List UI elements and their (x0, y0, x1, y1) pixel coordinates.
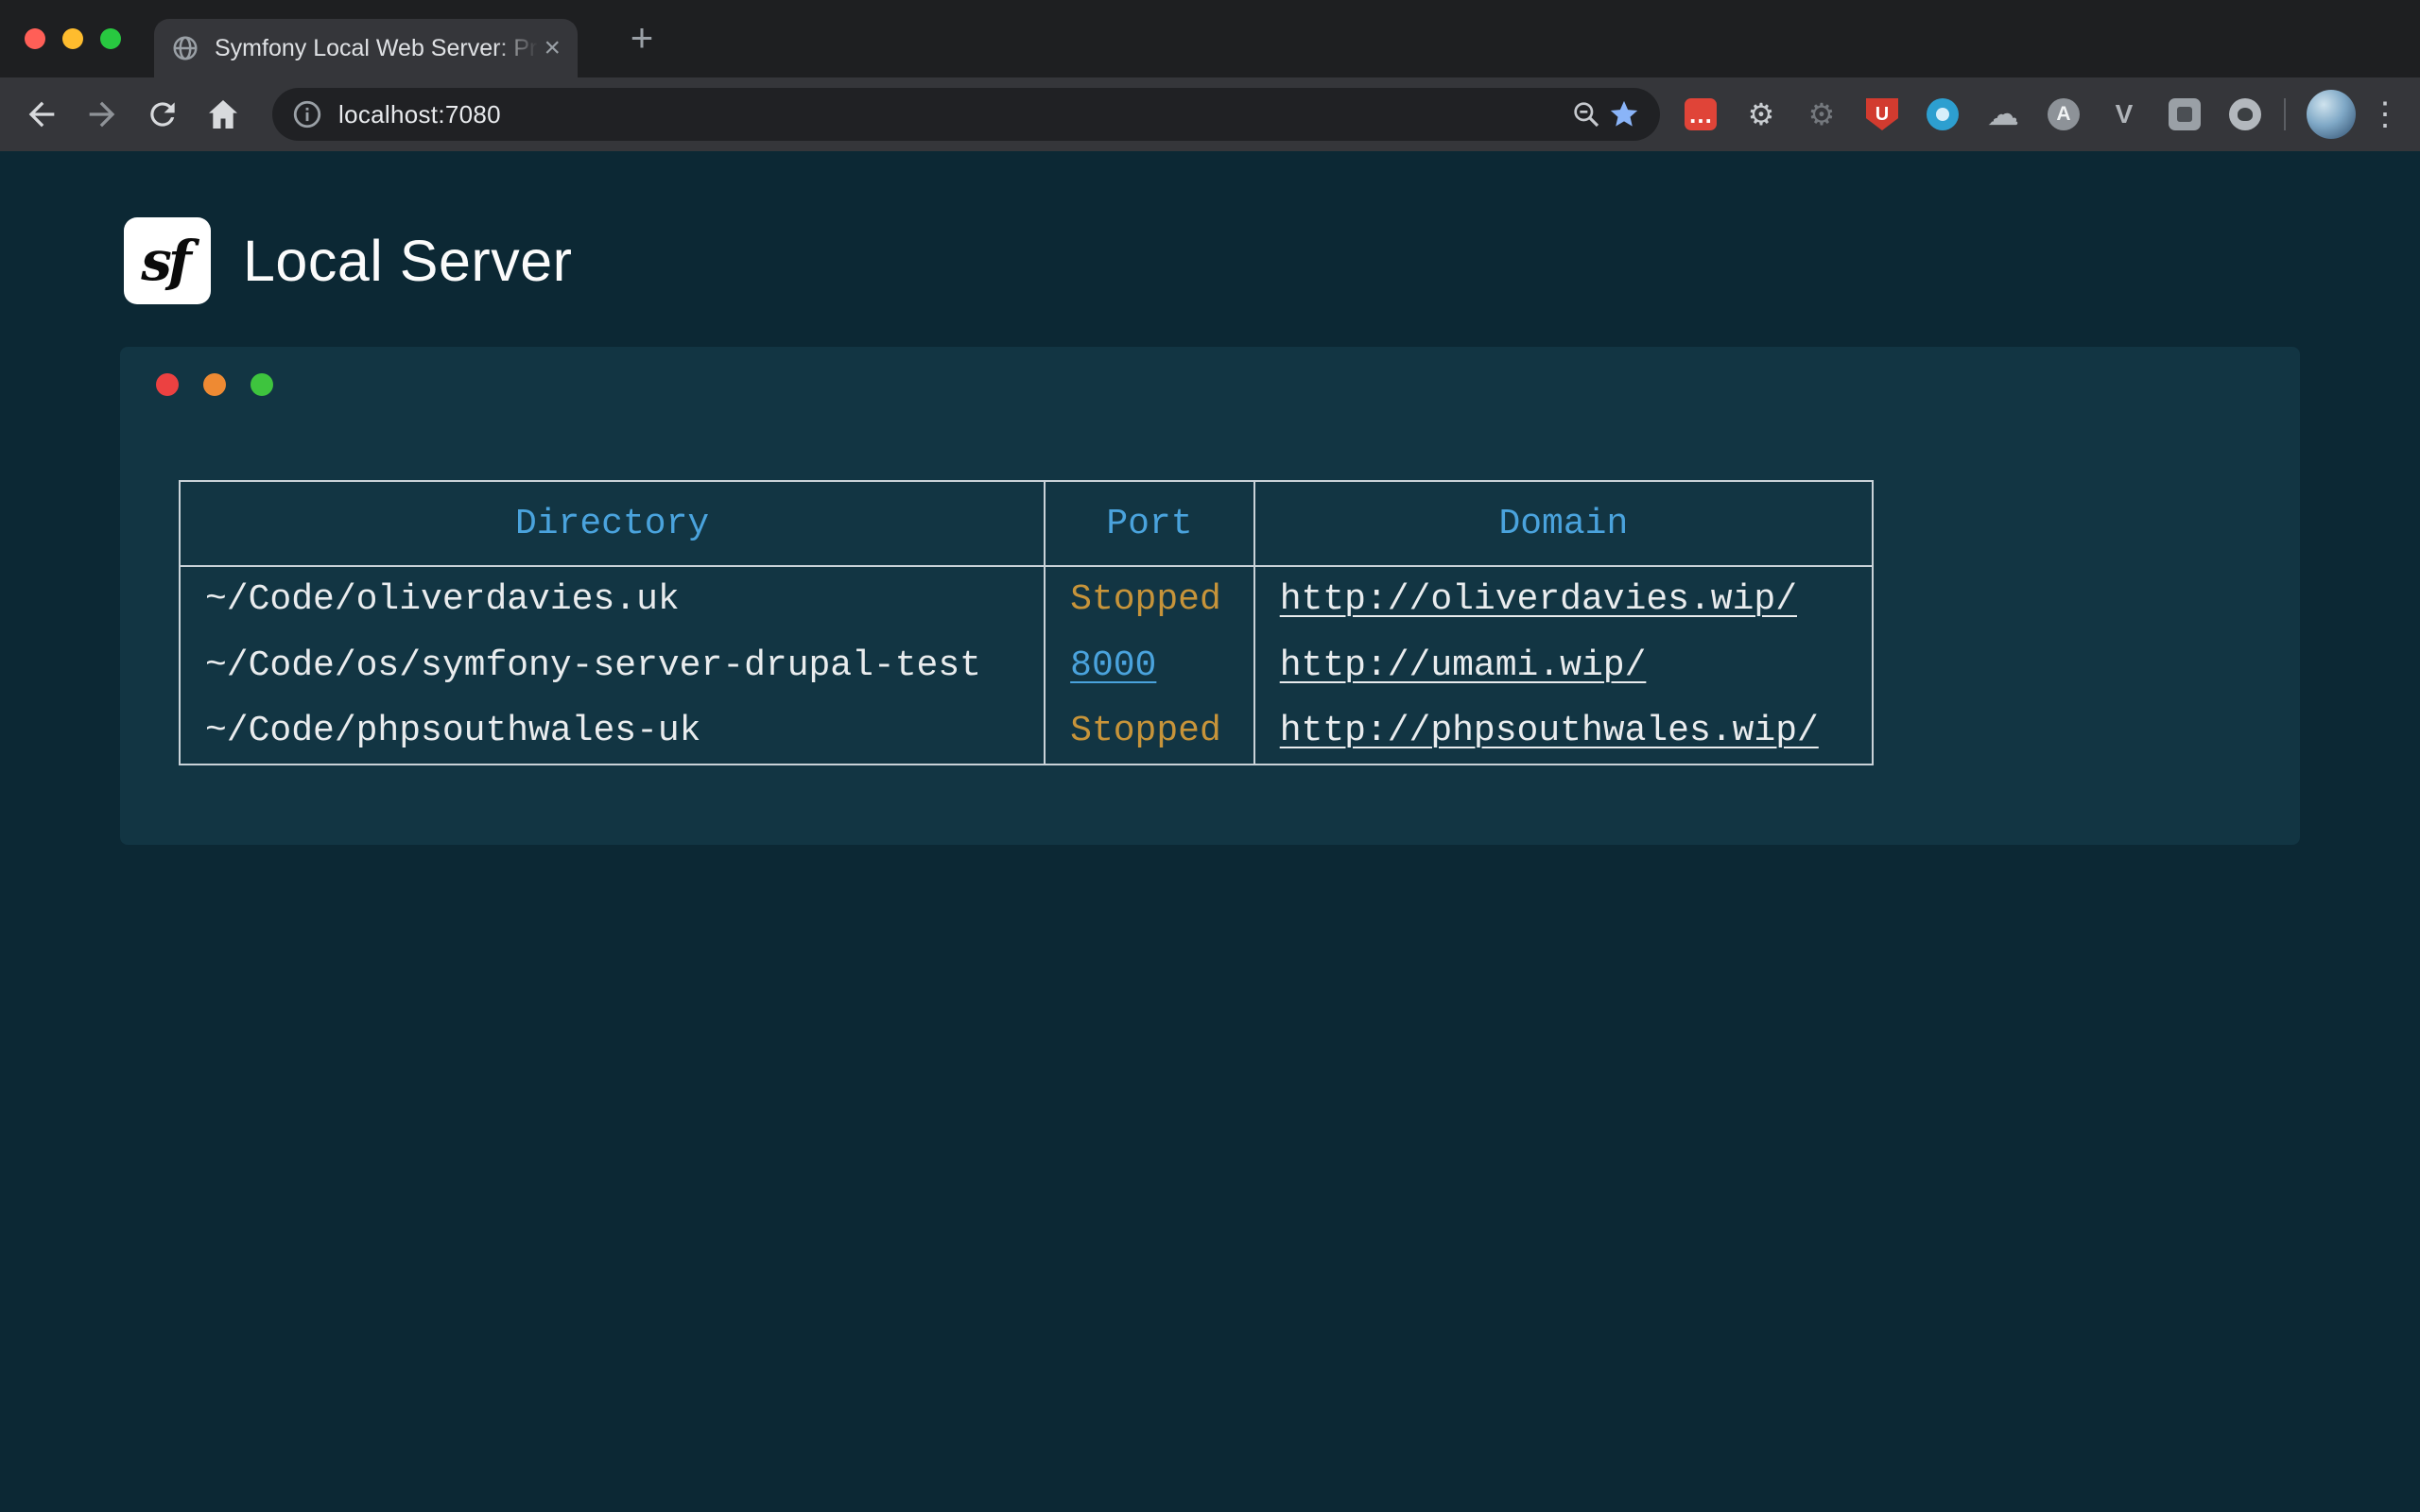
new-tab-button[interactable]: + (616, 13, 667, 64)
toolbar-separator (2284, 98, 2286, 130)
tab-favicon-globe-icon (171, 34, 199, 62)
forward-button[interactable] (76, 88, 129, 141)
column-header-port: Port (1045, 481, 1254, 566)
extension-window-icon[interactable] (2169, 98, 2201, 130)
extension-window-inner (2177, 107, 2192, 122)
browser-toolbar: localhost:7080 … ⚙ ⚙ U ☁ A V (0, 77, 2420, 151)
tab-strip: Symfony Local Web Server: Prox × + (0, 0, 2420, 77)
home-icon (204, 95, 242, 133)
port-status: Stopped (1045, 566, 1254, 632)
bookmark-button[interactable] (1605, 95, 1643, 133)
server-panel: Directory Port Domain ~/Code/oliverdavie… (120, 347, 2300, 845)
symfony-logo: sf (124, 217, 211, 304)
extension-icons: … ⚙ ⚙ U ☁ A V (1685, 98, 2261, 130)
directory-cell: ~/Code/phpsouthwales-uk (180, 698, 1045, 765)
browser-tab[interactable]: Symfony Local Web Server: Prox × (154, 19, 578, 77)
directory-cell: ~/Code/os/symfony-server-drupal-test (180, 632, 1045, 698)
profile-avatar[interactable] (2307, 90, 2356, 139)
extension-gear-dark-icon[interactable]: ⚙ (1806, 98, 1838, 130)
extension-cloud-icon[interactable]: ☁ (1987, 98, 2019, 130)
domain-link[interactable]: http://phpsouthwales.wip/ (1280, 711, 1819, 751)
table-row: ~/Code/os/symfony-server-drupal-test 800… (180, 632, 1873, 698)
extension-blue-circle-icon[interactable] (1927, 98, 1959, 130)
extension-github-icon[interactable] (2229, 98, 2261, 130)
browser-window: Symfony Local Web Server: Prox × + (0, 0, 2420, 151)
domain-link[interactable]: http://oliverdavies.wip/ (1280, 579, 1797, 620)
reload-icon (145, 96, 181, 132)
extension-gear-light-icon[interactable]: ⚙ (1745, 98, 1777, 130)
column-header-domain: Domain (1254, 481, 1873, 566)
page-content: sf Local Server Directory Port Domain (0, 151, 2420, 1512)
panel-orange-dot (203, 373, 226, 396)
extension-letter-a-icon[interactable]: A (2048, 98, 2080, 130)
bookmark-star-icon (1608, 98, 1640, 130)
brand-header: sf Local Server (124, 217, 572, 304)
back-arrow-icon (23, 95, 60, 133)
extension-ublock-icon[interactable]: U (1866, 98, 1898, 130)
address-bar[interactable]: localhost:7080 (272, 88, 1660, 141)
window-controls (25, 28, 121, 49)
extension-github-inner (2238, 108, 2253, 121)
servers-table: Directory Port Domain ~/Code/oliverdavie… (179, 480, 1874, 765)
forward-arrow-icon (83, 95, 121, 133)
browser-menu-button[interactable]: ⋮ (2361, 88, 2409, 141)
tab-title: Symfony Local Web Server: Prox (215, 33, 538, 63)
port-link[interactable]: 8000 (1070, 645, 1156, 686)
tab-close-icon[interactable]: × (544, 34, 561, 62)
window-zoom-button[interactable] (100, 28, 121, 49)
table-row: ~/Code/oliverdavies.uk Stopped http://ol… (180, 566, 1873, 632)
panel-green-dot (251, 373, 273, 396)
table-header-row: Directory Port Domain (180, 481, 1873, 566)
domain-link[interactable]: http://umami.wip/ (1280, 645, 1647, 686)
extension-red-dots-icon[interactable]: … (1685, 98, 1717, 130)
home-button[interactable] (197, 88, 250, 141)
window-minimize-button[interactable] (62, 28, 83, 49)
zoom-level-button[interactable] (1567, 95, 1605, 133)
panel-red-dot (156, 373, 179, 396)
port-status: Stopped (1045, 698, 1254, 765)
url-text[interactable]: localhost:7080 (338, 100, 1567, 129)
window-close-button[interactable] (25, 28, 45, 49)
page-title: Local Server (243, 228, 572, 294)
page-info-icon[interactable] (291, 98, 323, 130)
back-button[interactable] (15, 88, 68, 141)
panel-window-dots (156, 373, 273, 396)
extension-letter-v-icon[interactable]: V (2108, 98, 2140, 130)
directory-cell: ~/Code/oliverdavies.uk (180, 566, 1045, 632)
extension-blue-dot (1936, 108, 1949, 121)
zoom-magnifier-icon (1571, 99, 1601, 129)
table-row: ~/Code/phpsouthwales-uk Stopped http://p… (180, 698, 1873, 765)
column-header-directory: Directory (180, 481, 1045, 566)
reload-button[interactable] (136, 88, 189, 141)
